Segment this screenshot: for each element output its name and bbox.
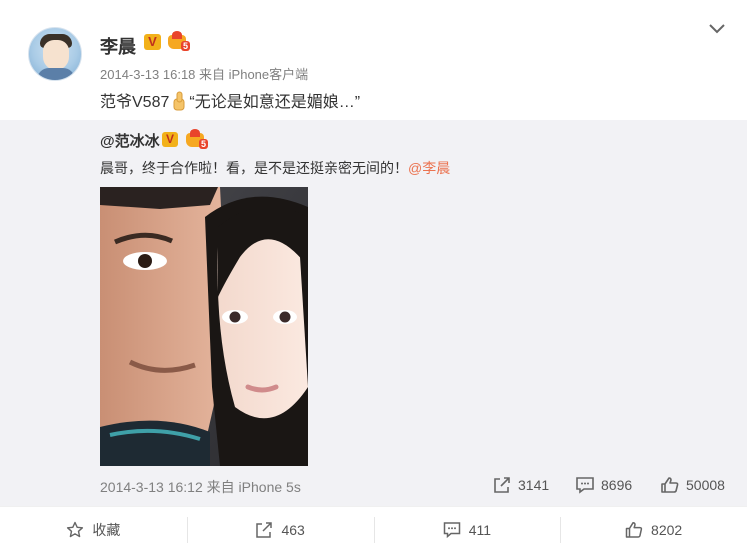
like-icon <box>661 477 679 493</box>
repost-meta: 2014-3-13 16:12 来自 iPhone 5s <box>100 477 301 497</box>
repost-forward-value: 3141 <box>518 477 550 493</box>
post-timestamp[interactable]: 2014-3-13 16:18 <box>100 67 195 82</box>
repost-like-count[interactable]: 50008 <box>660 476 725 494</box>
repost-mention-link[interactable]: @李晨 <box>408 160 450 176</box>
like-icon <box>625 522 643 538</box>
post-text-after: “无论是如意还是媚娘…” <box>189 94 361 111</box>
avatar-face <box>43 40 69 70</box>
member-level-icon[interactable]: 5 <box>168 31 190 51</box>
comment-icon <box>443 522 460 539</box>
repost-verified-badge-icon[interactable]: V <box>162 132 178 147</box>
repost-author[interactable]: @范冰冰 <box>100 130 160 151</box>
verified-badge-icon[interactable]: V <box>144 34 161 50</box>
repost-comment-value: 8696 <box>601 477 633 493</box>
repost-photo[interactable] <box>100 187 308 466</box>
author-avatar[interactable] <box>28 27 82 81</box>
comment-count: 411 <box>468 522 492 538</box>
repost-member-level-number: 5 <box>198 139 208 149</box>
post-text-before: 范爷V587 <box>100 94 170 111</box>
repost-forward-count[interactable]: 3141 <box>492 476 549 494</box>
forward-count: 463 <box>281 522 305 538</box>
thumbs-up-emoji-icon <box>173 91 185 111</box>
repost-comment-count[interactable]: 8696 <box>575 476 632 494</box>
comment-button[interactable]: 411 <box>373 507 561 553</box>
like-button[interactable]: 8202 <box>560 507 747 553</box>
forward-icon <box>494 477 510 493</box>
repost-timestamp[interactable]: 2014-3-13 16:12 <box>100 479 203 495</box>
repost-member-level-icon[interactable]: 5 <box>186 129 208 149</box>
favorite-label: 收藏 <box>92 522 121 538</box>
like-count: 8202 <box>651 522 683 538</box>
post-source: 来自 iPhone客户端 <box>199 67 309 82</box>
action-bar: 收藏 463 411 8202 <box>0 506 747 553</box>
chevron-down-icon[interactable] <box>708 22 726 36</box>
avatar-body <box>37 68 75 80</box>
forward-icon <box>256 522 273 538</box>
author-name[interactable]: 李晨 <box>100 33 136 59</box>
repost-text-body: 晨哥，终于合作啦！看，是不是还挺亲密无间的！ <box>100 160 408 176</box>
repost-source: 来自 iPhone 5s <box>206 479 301 495</box>
repost-box: @范冰冰 V 5 晨哥，终于合作啦！看，是不是还挺亲密无间的！@李晨 2014-… <box>0 120 747 506</box>
weibo-card: 李晨 V 5 2014-3-13 16:18 来自 iPhone客户端 范爷V5… <box>0 0 747 553</box>
repost-like-value: 50008 <box>686 477 725 493</box>
post-text: 范爷V587 “无论是如意还是媚娘…” <box>100 88 360 112</box>
repost-text: 晨哥，终于合作啦！看，是不是还挺亲密无间的！@李晨 <box>100 158 450 178</box>
comment-icon <box>576 477 594 494</box>
forward-button[interactable]: 463 <box>186 507 374 553</box>
member-level-number: 5 <box>180 41 190 51</box>
star-icon <box>67 521 84 538</box>
favorite-button[interactable]: 收藏 <box>0 507 187 553</box>
post-meta: 2014-3-13 16:18 来自 iPhone客户端 <box>100 64 308 83</box>
